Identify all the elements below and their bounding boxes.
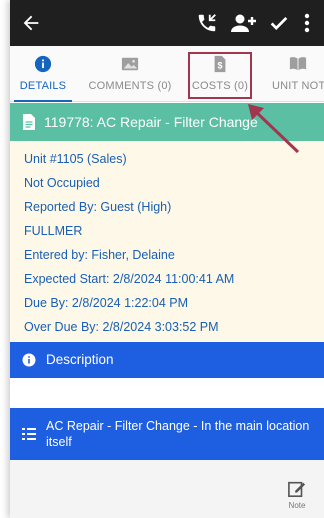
description-title: Description [46, 352, 114, 367]
checkmark-icon[interactable] [268, 11, 290, 35]
description-header[interactable]: Description [10, 342, 324, 378]
detail-assignee: FULLMER [24, 224, 83, 238]
phone-callback-icon[interactable] [196, 11, 218, 35]
description-text: AC Repair - Filter Change - In the main … [46, 419, 310, 449]
detail-over-due-by: Over Due By: 2/8/2024 3:03:52 PM [24, 320, 219, 334]
work-order-details: Unit #1105 (Sales) Not Occupied Reported… [10, 141, 324, 342]
document-icon [23, 114, 35, 130]
more-vert-icon[interactable] [302, 11, 312, 35]
book-icon [289, 57, 307, 71]
description-item[interactable]: AC Repair - Filter Change - In the main … [10, 408, 324, 460]
detail-expected-start: Expected Start: 2/8/2024 11:00:41 AM [24, 272, 235, 286]
detail-entered-by: Entered by: Fisher, Delaine [24, 248, 175, 262]
add-person-icon[interactable] [231, 11, 257, 35]
work-order-title: 119778: AC Repair - Filter Change [44, 114, 258, 130]
detail-due-by: Due By: 2/8/2024 1:22:04 PM [24, 296, 188, 310]
tab-bar: DETAILS COMMENTS (0) $ COSTS (0) UNIT NO… [10, 46, 324, 102]
info-icon [22, 353, 36, 367]
tab-unit-note-label: UNIT NOTE [272, 80, 324, 92]
detail-unit: Unit #1105 (Sales) [24, 152, 127, 166]
annotation-arrow [248, 104, 300, 154]
note-button[interactable]: Note [280, 480, 314, 516]
detail-occupancy: Not Occupied [24, 176, 100, 190]
app-bar [10, 0, 324, 46]
tab-comments-label: COMMENTS (0) [88, 80, 172, 92]
tab-details-label: DETAILS [19, 80, 67, 92]
tab-comments[interactable]: COMMENTS (0) [80, 46, 180, 102]
active-tab-indicator [14, 100, 72, 102]
detail-reported-by: Reported By: Guest (High) [24, 200, 172, 214]
info-icon [34, 55, 52, 73]
image-icon [121, 57, 139, 71]
section-spacer [10, 378, 324, 408]
tab-details[interactable]: DETAILS [10, 46, 76, 102]
annotation-highlight-box [188, 52, 252, 99]
app-frame: DETAILS COMMENTS (0) $ COSTS (0) UNIT NO… [10, 0, 324, 518]
tab-unit-note[interactable]: UNIT NOTE [260, 46, 324, 102]
edit-note-icon [288, 481, 306, 498]
note-label: Note [288, 501, 306, 510]
bottom-toolbar: Note [10, 460, 324, 518]
list-icon [22, 428, 36, 440]
back-arrow-icon[interactable] [20, 12, 42, 34]
